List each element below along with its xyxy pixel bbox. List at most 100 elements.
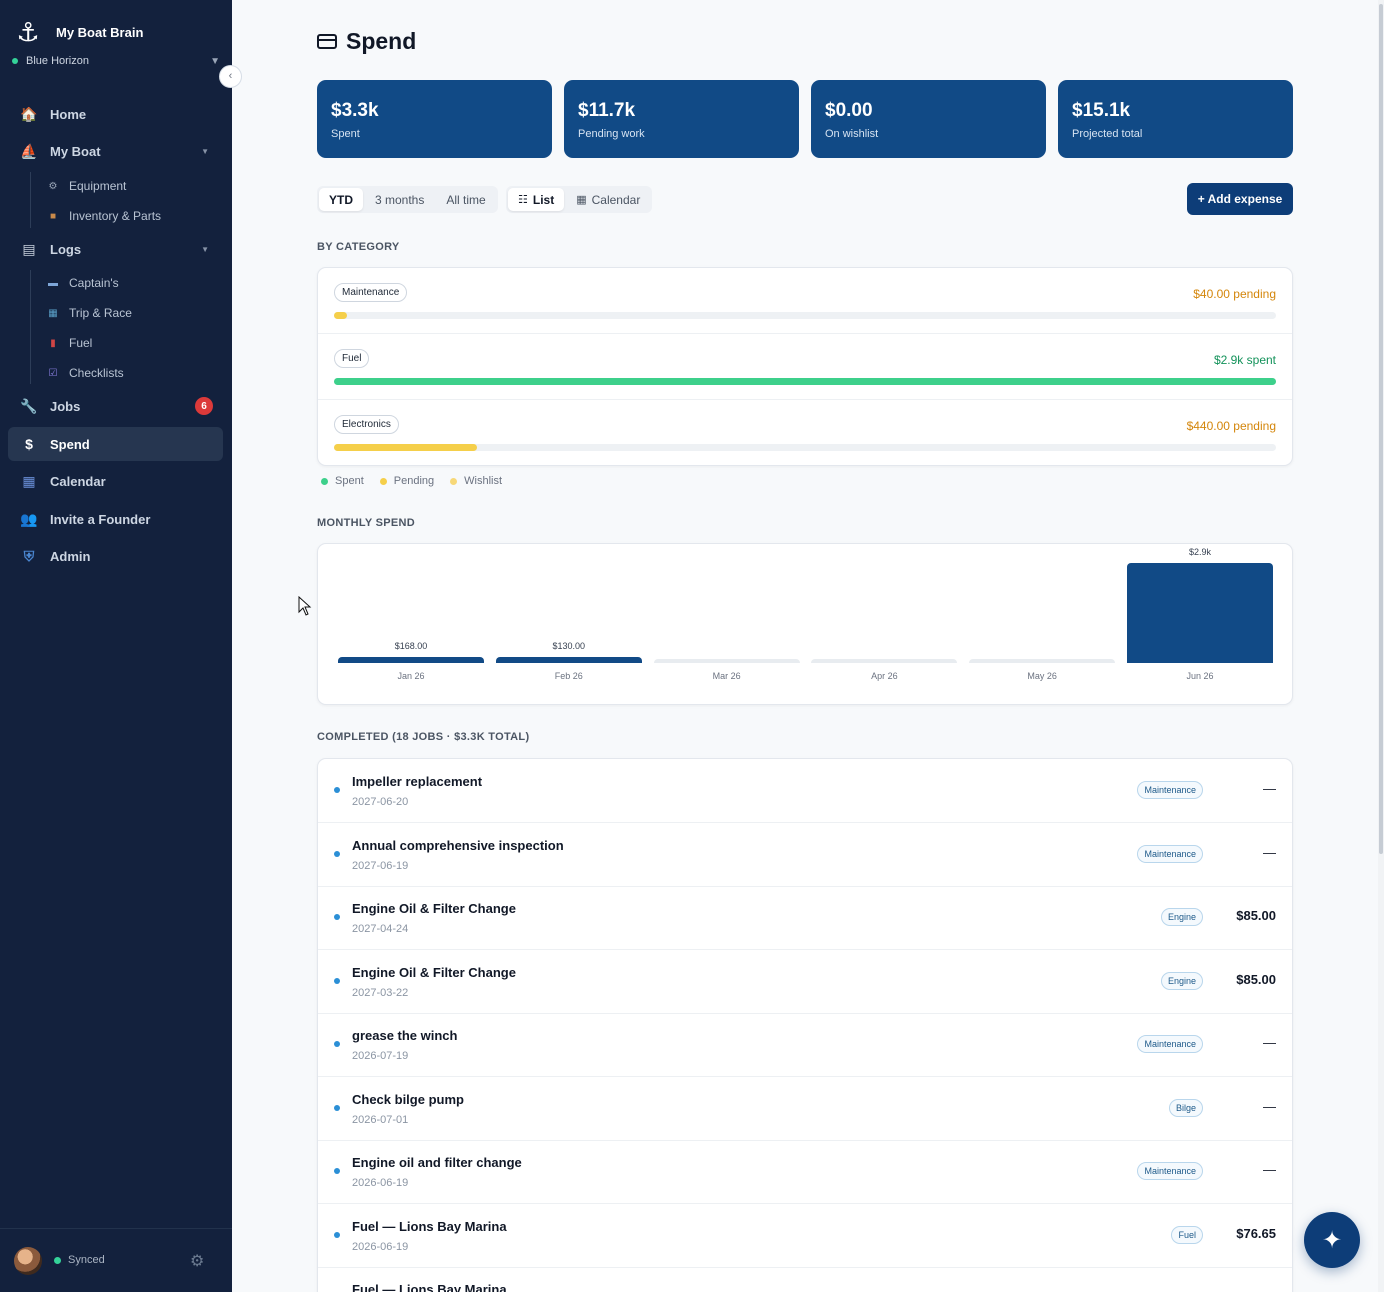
submenu-line <box>30 270 31 384</box>
clipboard-icon: ▤ <box>22 240 36 257</box>
chart-bar[interactable] <box>1127 563 1273 663</box>
nav-checklists[interactable]: ☑ Checklists <box>46 361 124 385</box>
range-all-time[interactable]: All time <box>436 188 495 211</box>
nav-admin[interactable]: ⛨ Admin <box>8 539 223 573</box>
nav-jobs[interactable]: 🔧 Jobs 6 <box>8 389 223 423</box>
app-name: My Boat Brain <box>56 24 144 40</box>
sparkle-icon: ✦ <box>1321 1226 1343 1254</box>
stat-label: Pending work <box>578 128 645 140</box>
job-row[interactable]: Annual comprehensive inspection 2027-06-1… <box>318 823 1292 887</box>
job-row[interactable]: Engine Oil & Filter Change 2027-03-22 Engi… <box>318 950 1292 1014</box>
category-legend: Spent Pending Wishlist <box>321 475 502 487</box>
caret-down-icon: ▼ <box>210 55 220 67</box>
job-row[interactable]: grease the winch 2026-07-19 Maintenance — <box>318 1013 1292 1077</box>
job-amount: — <box>1263 1098 1276 1114</box>
nav-checklists-label: Checklists <box>69 366 124 380</box>
nav-trip-label: Trip & Race <box>69 306 132 320</box>
view-calendar-label: Calendar <box>591 192 641 207</box>
chart-bar[interactable] <box>495 657 642 663</box>
nav-spend[interactable]: $ Spend <box>8 427 223 461</box>
nav-captains-log[interactable]: ▬ Captain's <box>46 271 119 295</box>
chart-month-label: Feb 26 <box>554 671 583 681</box>
chart-bar[interactable] <box>653 659 800 663</box>
avatar[interactable] <box>14 1247 42 1275</box>
category-fill <box>334 312 348 319</box>
nav-equipment-label: Equipment <box>69 179 127 193</box>
chart-bar[interactable] <box>969 659 1116 663</box>
job-title: Impeller replacement <box>352 774 483 789</box>
settings-gear-icon[interactable]: ⚙ <box>190 1251 204 1271</box>
stat-label: Spent <box>331 128 360 140</box>
range-3-months[interactable]: 3 months <box>365 188 434 211</box>
gear-icon: ⚙ <box>48 180 58 192</box>
chevron-down-icon: ▼ <box>201 244 209 254</box>
legend-spent: Spent <box>321 475 364 487</box>
category-value: $2.9k spent <box>1213 353 1276 367</box>
nav-equipment[interactable]: ⚙ Equipment <box>46 174 127 198</box>
nav-calendar[interactable]: ▦ Calendar <box>8 464 223 498</box>
job-date: 2026-06-19 <box>352 1240 409 1253</box>
view-calendar[interactable]: ▦ Calendar <box>566 188 650 211</box>
job-category-tag: Fuel <box>1171 1225 1203 1244</box>
chart-bar[interactable] <box>811 659 958 663</box>
brand[interactable]: ⚓ My Boat Brain <box>14 18 143 46</box>
job-date: 2027-06-19 <box>352 859 409 872</box>
job-date: 2026-07-19 <box>352 1050 409 1062</box>
stat-spent: $3.3k Spent <box>317 80 552 158</box>
page-title: Spend <box>317 28 416 55</box>
scrollbar-thumb[interactable] <box>1379 4 1383 854</box>
job-row[interactable]: Fuel — Lions Bay Marina 2026-06-19 Fuel $76… <box>318 1204 1292 1268</box>
nav-home[interactable]: 🏠 Home <box>8 97 223 131</box>
page-scrollbar[interactable] <box>1378 0 1384 1292</box>
nav-calendar-label: Calendar <box>50 473 106 489</box>
job-status-dot <box>334 1168 340 1174</box>
boat-name: Blue Horizon <box>26 55 89 67</box>
category-track <box>334 444 1276 451</box>
job-row[interactable]: Engine Oil & Filter Change 2027-04-24 Engi… <box>318 886 1292 950</box>
category-row[interactable]: Electronics $440.00 pending <box>318 400 1292 466</box>
job-row[interactable]: Engine oil and filter change 2026-06-19 Ma… <box>318 1140 1292 1204</box>
nav-my-boat-label: My Boat <box>50 143 101 159</box>
house-icon: 🏠 <box>20 105 38 122</box>
category-fill <box>334 444 478 451</box>
job-date: 2027-04-24 <box>352 923 409 935</box>
add-expense-button[interactable]: + Add expense <box>1187 183 1293 215</box>
category-track <box>334 378 1276 385</box>
nav-inventory-label: Inventory & Parts <box>69 209 162 223</box>
nav-spend-label: Spend <box>50 436 90 452</box>
job-row[interactable]: Check bilge pump 2026-07-01 Bilge — <box>318 1077 1292 1141</box>
page-title-text: Spend <box>346 28 417 54</box>
sidebar-footer: Synced ⚙ <box>0 1228 232 1292</box>
sailboat-icon: ⛵ <box>20 142 38 159</box>
boat-selector[interactable]: Blue Horizon ▼ <box>12 55 220 67</box>
box-icon: ■ <box>49 210 57 222</box>
category-row[interactable]: Fuel $2.9k spent <box>318 334 1292 400</box>
chart-value-label: $168.00 <box>394 641 428 651</box>
nav-logs[interactable]: ▤ Logs ▼ <box>8 232 223 266</box>
nav-fuel[interactable]: ▮ Fuel <box>46 331 92 355</box>
range-ytd[interactable]: YTD <box>319 188 363 211</box>
sync-dot <box>54 1256 61 1264</box>
nav-trip-race[interactable]: ▦ Trip & Race <box>46 301 132 325</box>
category-row[interactable]: Maintenance $40.00 pending <box>318 268 1292 334</box>
collapse-sidebar-button[interactable]: ‹ <box>219 65 242 88</box>
job-status-dot <box>334 850 340 857</box>
ai-assistant-button[interactable]: ✦ <box>1304 1212 1360 1268</box>
nav-inventory[interactable]: ■ Inventory & Parts <box>46 204 161 228</box>
job-status-dot <box>334 1104 340 1111</box>
job-row[interactable]: Impeller replacement 2027-06-20 Maintenanc… <box>318 759 1292 823</box>
category-value: $440.00 pending <box>1186 419 1276 433</box>
job-title: Annual comprehensive inspection <box>352 837 564 853</box>
nav-invite-founder[interactable]: 👥 Invite a Founder <box>8 502 223 536</box>
completed-heading: COMPLETED (18 JOBS · $3.3K TOTAL) <box>317 731 530 743</box>
view-list[interactable]: ☷ List <box>508 188 565 211</box>
chart-bar[interactable] <box>338 657 484 663</box>
job-status-dot <box>334 787 340 793</box>
nav-my-boat[interactable]: ⛵ My Boat ▼ <box>8 134 223 168</box>
job-row[interactable]: Fuel — Lions Bay Marina <box>318 1267 1292 1292</box>
dollar-icon: $ <box>25 436 33 452</box>
fuel-pump-icon: ▮ <box>50 337 56 349</box>
boat-status-dot <box>12 58 18 64</box>
job-date: 2026-07-01 <box>352 1113 409 1126</box>
people-icon: 👥 <box>20 510 38 527</box>
